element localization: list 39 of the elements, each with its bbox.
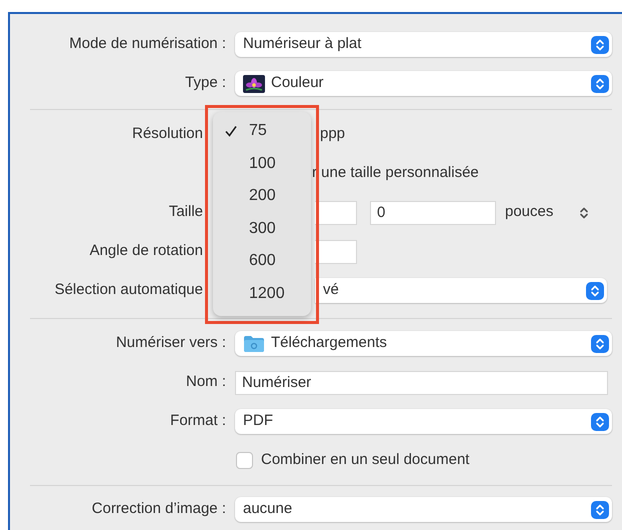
field-label: Format : — [169, 411, 226, 432]
field-label: Sélection automatique — [54, 280, 203, 300]
stepper-icon — [591, 334, 609, 352]
field-label: Numériser vers : — [114, 333, 226, 354]
field-label: Type : — [184, 73, 226, 94]
dropdown[interactable]: Téléchargements — [235, 331, 612, 356]
stepper-icon — [591, 500, 609, 518]
menu-item[interactable]: 75 — [213, 115, 311, 148]
text-field[interactable] — [315, 200, 357, 224]
field-label: Mode de numérisation : — [68, 34, 226, 54]
checkbox[interactable] — [236, 452, 253, 469]
dropdown[interactable]: aucune — [235, 497, 612, 522]
field-label: Correction d’image : — [90, 499, 226, 520]
field-label: Résolution — [131, 124, 203, 144]
menu-item[interactable]: 100 — [213, 148, 311, 180]
menu-item[interactable]: 1200 — [213, 278, 311, 310]
dropdown[interactable]: vé — [315, 278, 607, 303]
dropdown[interactable]: PDF — [235, 409, 612, 434]
dropdown[interactable]: Couleur — [235, 71, 612, 96]
folder-icon — [243, 334, 265, 352]
stepper-icon — [586, 282, 604, 300]
flower-icon — [243, 74, 265, 92]
field-label: Nom : — [184, 372, 226, 392]
stepper-icon — [591, 74, 609, 92]
menu-item[interactable]: 600 — [213, 245, 311, 278]
menu-item[interactable]: 200 — [213, 180, 311, 212]
text-field[interactable]: Numériser — [235, 370, 608, 394]
stepper-icon — [591, 36, 609, 54]
unit-label: pouces — [505, 202, 554, 222]
field-label: Angle de rotation — [88, 241, 203, 262]
field-label: Taille — [168, 202, 203, 222]
dropdown[interactable]: Numériseur à plat — [235, 32, 612, 57]
text-field[interactable] — [315, 240, 357, 264]
checkbox-label: r une taille personnalisée — [312, 163, 479, 184]
text-field[interactable]: 0 — [370, 200, 496, 224]
unit-label: ppp — [320, 124, 346, 144]
checkbox-label: Combiner en un seul document — [261, 450, 470, 470]
stepper-icon — [591, 412, 609, 430]
menu-item[interactable]: 300 — [213, 212, 311, 245]
